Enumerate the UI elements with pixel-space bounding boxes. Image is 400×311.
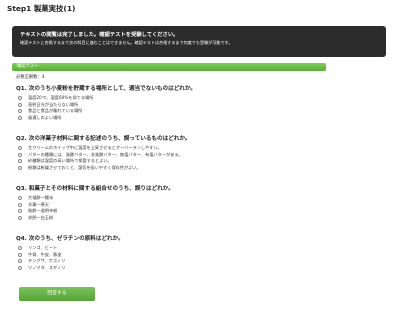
option-item[interactable]: 求肥―白玉粉 [16, 215, 174, 222]
option-label: 食品と食品が離れている場所 [28, 108, 83, 114]
option-label: リンゴ、ビート [28, 245, 58, 251]
question-3: Q3. 和菓子とその材料に関する組合せのうち、誤りはどれか。 大福餅―糯米 羊羹… [16, 186, 174, 221]
completion-notice: テキストの閲覧は完了しました。確認テストを受験してください。 確認テストに合格す… [12, 26, 386, 57]
radio-button[interactable] [18, 252, 22, 257]
option-label: 大福餅―糯米 [28, 195, 54, 201]
question-1: Q1. 次のうち小麦粉を貯蔵する場所として、適当でないものはどれか。 温度20℃… [16, 86, 196, 121]
option-item[interactable]: 風通しのよい場所 [16, 115, 196, 122]
submit-answers-button[interactable]: 回答する [19, 287, 95, 301]
option-item[interactable]: 粉類は乾燥させておくと、湿気を吸いやすく保存性がよい。 [16, 165, 191, 172]
option-label: バターの種類には、発酵バター、非発酵バター、無塩バター、有塩バターがある。 [28, 151, 183, 157]
radio-button[interactable] [18, 202, 22, 207]
notice-line-1: テキストの閲覧は完了しました。確認テストを受験してください。 [20, 32, 179, 38]
option-label: 風通しのよい場所 [28, 114, 62, 120]
option-list: 大福餅―糯米 羊羹―寒天 桜餅―道明寺粉 求肥―白玉粉 [16, 195, 174, 221]
question-2: Q2. 次の洋菓子材料に関する記述のうち、誤っているものはどれか。 生クリームの… [16, 136, 191, 171]
option-list: 温度20℃、湿度60%を保てる場所 直射日光が当たらない場所 食品と食品が離れて… [16, 95, 196, 121]
option-label: ツノマタ、スギノリ [28, 264, 66, 270]
radio-button[interactable] [18, 109, 22, 114]
radio-button[interactable] [18, 115, 22, 120]
option-label: 砂糖類は湿度の高い場所で保管するとよい。 [28, 158, 112, 164]
option-label: 粉類は乾燥させておくと、湿気を吸いやすく保存性がよい。 [28, 164, 141, 170]
required-correct-count: 必要正解数：4 [16, 75, 45, 80]
question-4: Q4. 次のうち、ゼラチンの原料はどれか。 リンゴ、ビート 牛骨、牛皮、豚皮 テ… [16, 236, 124, 271]
radio-button[interactable] [18, 102, 22, 107]
page-title: Step1 製菓実技(1) [7, 4, 76, 13]
radio-button[interactable] [18, 265, 22, 270]
question-title: Q4. 次のうち、ゼラチンの原料はどれか。 [16, 236, 124, 242]
option-label: 直射日光が当たらない場所 [28, 101, 79, 107]
option-list: リンゴ、ビート 牛骨、牛皮、豚皮 テングサ、オゴノリ ツノマタ、スギノリ [16, 245, 124, 271]
page: Step1 製菓実技(1) テキストの閲覧は完了しました。確認テストを受験してく… [0, 0, 400, 311]
option-item[interactable]: ツノマタ、スギノリ [16, 265, 124, 272]
option-label: 羊羹―寒天 [28, 201, 49, 207]
radio-button[interactable] [18, 209, 22, 214]
notice-line-2: 確認テストに合格するまで次の科目に進むことはできません。確認テストは合格するまで… [20, 40, 233, 45]
radio-button[interactable] [18, 146, 22, 151]
test-section-header: 確認テスト [12, 63, 326, 71]
option-label: 桜餅―道明寺粉 [28, 208, 58, 214]
radio-button[interactable] [18, 159, 22, 164]
question-title: Q3. 和菓子とその材料に関する組合せのうち、誤りはどれか。 [16, 186, 174, 192]
option-label: テングサ、オゴノリ [28, 258, 66, 264]
option-label: 求肥―白玉粉 [28, 214, 54, 220]
question-title: Q1. 次のうち小麦粉を貯蔵する場所として、適当でないものはどれか。 [16, 86, 196, 92]
radio-button[interactable] [18, 246, 22, 251]
question-title: Q2. 次の洋菓子材料に関する記述のうち、誤っているものはどれか。 [16, 136, 191, 142]
option-list: 生クリームのホイップ中に温度を上昇させるとオーバーランしやすい。 バターの種類に… [16, 145, 191, 171]
option-label: 牛骨、牛皮、豚皮 [28, 251, 62, 257]
radio-button[interactable] [18, 165, 22, 170]
radio-button[interactable] [18, 215, 22, 220]
radio-button[interactable] [18, 96, 22, 101]
option-label: 温度20℃、湿度60%を保てる場所 [28, 95, 94, 101]
radio-button[interactable] [18, 259, 22, 264]
option-label: 生クリームのホイップ中に温度を上昇させるとオーバーランしやすい。 [28, 145, 162, 151]
radio-button[interactable] [18, 152, 22, 157]
radio-button[interactable] [18, 196, 22, 201]
